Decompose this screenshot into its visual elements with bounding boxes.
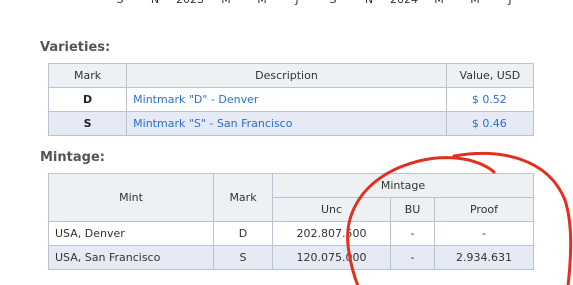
mintage-table: Mint Mark Mintage Unc BU Proof USA, Denv…	[48, 173, 534, 270]
header-mark: Mark	[47, 63, 128, 88]
header-mint: Mint	[48, 173, 214, 222]
currency-symbol: $	[471, 117, 479, 130]
mint-mark: D	[213, 221, 273, 246]
mintage-unc: 120.075.000	[272, 245, 391, 270]
table-header-row: Mint Mark Mintage	[48, 173, 534, 222]
header-value: Value, USD	[445, 63, 535, 88]
variety-mark: S	[47, 111, 128, 136]
mintage-bu: -	[390, 221, 435, 246]
mintage-title: Mintage:	[40, 150, 105, 165]
variety-description-link[interactable]: Mintmark "S" - San Francisco	[126, 111, 447, 136]
header-proof: Proof	[434, 197, 534, 222]
timeline-label: J	[508, 0, 511, 6]
timeline-label: S	[330, 0, 337, 6]
varieties-table: Mark Description Value, USD D Mintmark "…	[47, 63, 535, 136]
variety-value: $ 0.52	[445, 87, 535, 112]
header-unc: Unc	[272, 197, 391, 222]
timeline-label: 2023	[176, 0, 204, 6]
header-description: Description	[126, 63, 447, 88]
mint-mark: S	[213, 245, 273, 270]
timeline-axis: S N 2023 M M J S N 2024 M M J	[0, 0, 573, 9]
mint-name: USA, Denver	[48, 221, 214, 246]
timeline-label: N	[151, 0, 159, 6]
variety-description-link[interactable]: Mintmark "D" - Denver	[126, 87, 447, 112]
currency-symbol: $	[471, 93, 479, 106]
varieties-title: Varieties:	[40, 40, 111, 55]
table-row: USA, San Francisco S 120.075.000 - 2.934…	[48, 245, 534, 270]
mintage-proof: -	[434, 221, 534, 246]
header-bu: BU	[390, 197, 435, 222]
variety-mark: D	[47, 87, 128, 112]
timeline-label: N	[365, 0, 373, 6]
table-row: USA, Denver D 202.807.500 - -	[48, 221, 534, 246]
timeline-label: J	[295, 0, 298, 6]
timeline-label: M	[434, 0, 444, 6]
table-header-row: Mark Description Value, USD	[47, 63, 535, 88]
timeline-label: S	[117, 0, 124, 6]
timeline-label: 2024	[390, 0, 418, 6]
mintage-proof: 2.934.631	[434, 245, 534, 270]
timeline-label: M	[470, 0, 480, 6]
header-mark: Mark	[213, 173, 273, 222]
mintage-unc: 202.807.500	[272, 221, 391, 246]
header-mintage-group: Mintage	[272, 173, 534, 198]
timeline-label: M	[257, 0, 267, 6]
table-row: D Mintmark "D" - Denver $ 0.52	[47, 87, 535, 112]
mint-name: USA, San Francisco	[48, 245, 214, 270]
timeline-label: M	[221, 0, 231, 6]
variety-value-link[interactable]: 0.46	[482, 117, 507, 130]
variety-value: $ 0.46	[445, 111, 535, 136]
mintage-bu: -	[390, 245, 435, 270]
variety-value-link[interactable]: 0.52	[482, 93, 507, 106]
table-row: S Mintmark "S" - San Francisco $ 0.46	[47, 111, 535, 136]
